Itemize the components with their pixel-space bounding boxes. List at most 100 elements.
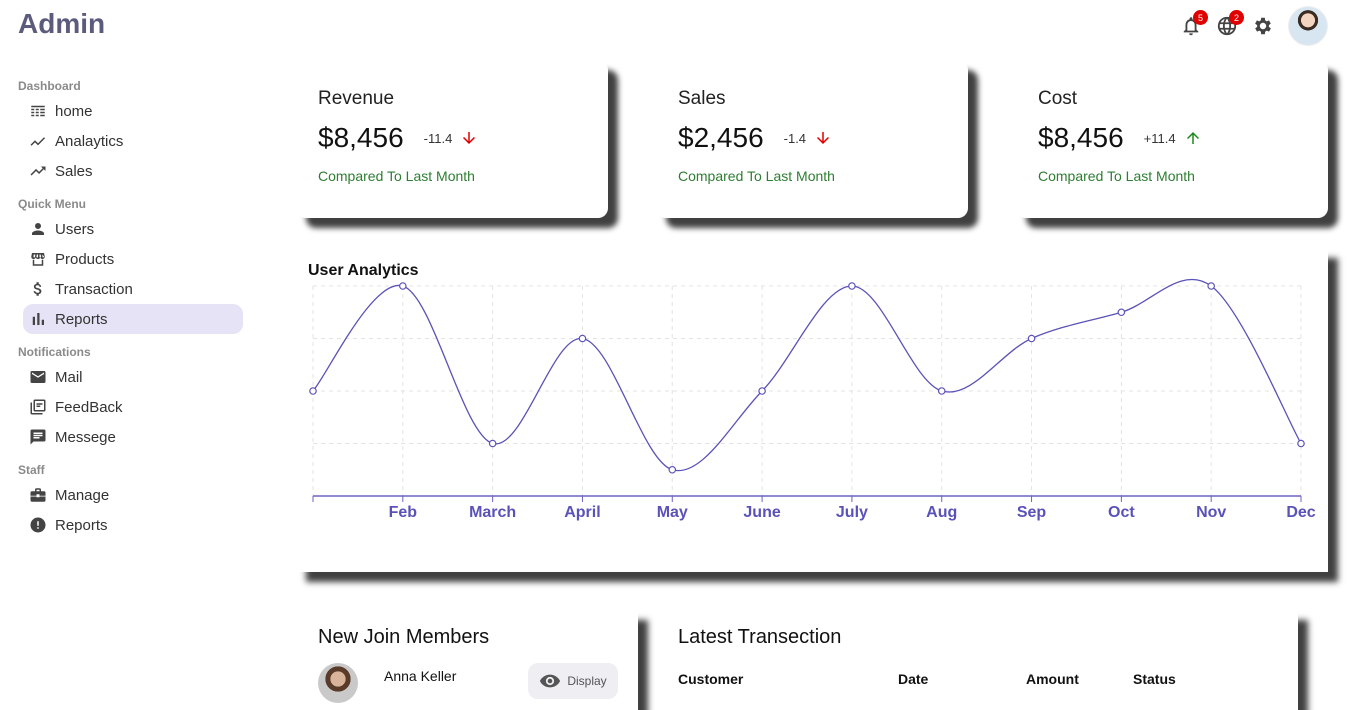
kpi-subtitle: Compared To Last Month	[678, 168, 835, 184]
kpi-title: Revenue	[318, 88, 395, 109]
x-tick-label: July	[836, 504, 868, 521]
sidebar-item-label: home	[55, 102, 93, 120]
sidebar-item-transaction[interactable]: Transaction	[23, 274, 243, 304]
data-point[interactable]	[399, 282, 407, 290]
sidebar-item-reports[interactable]: Reports	[23, 510, 243, 540]
sidebar-item-users[interactable]: Users	[23, 214, 243, 244]
column-header-date[interactable]: Date	[898, 671, 1026, 687]
sidebar-item-mail[interactable]: Mail	[23, 362, 243, 392]
timeline-icon	[30, 137, 46, 146]
kpi-delta: -1.4	[783, 130, 807, 146]
panel-title: Latest Transection	[678, 626, 842, 648]
sidebar-item-sales[interactable]: Sales	[23, 156, 243, 186]
data-point[interactable]	[309, 387, 317, 395]
x-tick-label: Aug	[926, 504, 957, 521]
data-point[interactable]	[848, 282, 856, 290]
x-tick-label: June	[743, 504, 780, 521]
sidebar: Dashboard home Analaytics Sales Quick Menu Us…	[0, 70, 260, 540]
x-tick-label: Nov	[1196, 504, 1226, 521]
sidebar-section-title: Staff	[18, 463, 45, 477]
list-item: Anna Keller Display	[318, 663, 618, 703]
sidebar-item-label: Analaytics	[55, 132, 124, 150]
data-point[interactable]	[758, 387, 766, 395]
column-header-status[interactable]: Status	[1133, 671, 1223, 687]
chart-title: User Analytics	[308, 262, 419, 279]
notifications-button[interactable]: 5	[1180, 10, 1208, 37]
sidebar-item-messege[interactable]: Messege	[23, 422, 243, 452]
sidebar-item-label: Sales	[55, 162, 93, 180]
notification-badge: 5	[1193, 10, 1208, 25]
bar-chart-icon	[32, 313, 44, 325]
user-avatar[interactable]	[1288, 6, 1328, 46]
latest-transactions-panel: Latest Transection Customer Date Amount …	[656, 610, 1298, 710]
table-header: Customer Date Amount Status	[678, 671, 1276, 687]
sidebar-section-title: Notifications	[18, 345, 91, 359]
new-members-panel: New Join Members Anna Keller Display	[296, 610, 638, 710]
sidebar-section-title: Quick Menu	[18, 197, 87, 211]
dashboard-icon	[31, 105, 45, 117]
data-point[interactable]	[1117, 308, 1126, 317]
column-header-amount[interactable]: Amount	[1026, 671, 1133, 687]
data-point[interactable]	[1297, 439, 1305, 448]
sidebar-section-title: Dashboard	[18, 79, 81, 93]
user-analytics-chart: Feb March April May June July Aug Sep Oct Nov Dec …	[296, 248, 1328, 572]
x-tick-label: Sep	[1017, 504, 1047, 521]
sidebar-item-analaytics[interactable]: Analaytics	[23, 126, 243, 156]
dollar-icon	[33, 282, 42, 296]
arrow-down-icon	[817, 132, 830, 144]
kpi-subtitle: Compared To Last Month	[318, 168, 475, 184]
kpi-delta: +11.4	[1143, 130, 1176, 146]
arrow-up-icon	[1186, 132, 1199, 144]
kpi-card-revenue: Revenue $8,456 -11.4 Compared To Last Mo…	[296, 60, 608, 218]
kpi-card-sales: Sales $2,456 -1.4 Compared To Last Month	[656, 60, 968, 218]
line-chart: Feb March April May June July Aug Sep Oct Nov Dec	[309, 278, 1316, 521]
sidebar-item-products[interactable]: Products	[23, 244, 243, 274]
kpi-value: $8,456	[1038, 122, 1124, 153]
language-badge: 2	[1229, 10, 1244, 25]
sidebar-item-feedback[interactable]: FeedBack	[23, 392, 243, 422]
series-line	[312, 278, 1302, 472]
sidebar-item-label: Reports	[55, 310, 108, 328]
sidebar-item-manage[interactable]: Manage	[23, 480, 243, 510]
data-point[interactable]	[937, 387, 946, 395]
kpi-value: $8,456	[318, 122, 404, 153]
sidebar-item-label: Mail	[55, 368, 83, 386]
gear-icon	[1255, 17, 1271, 35]
data-point[interactable]	[1207, 282, 1215, 290]
kpi-delta: -11.4	[423, 130, 453, 146]
eye-icon	[540, 674, 561, 688]
kpi-subtitle: Compared To Last Month	[1038, 168, 1195, 184]
x-tick-label: May	[657, 504, 688, 521]
sidebar-item-label: Manage	[55, 486, 110, 504]
storefront-icon	[31, 253, 45, 266]
arrow-down-icon	[463, 132, 476, 144]
sidebar-item-label: Users	[55, 220, 95, 238]
column-header-customer[interactable]: Customer	[678, 671, 898, 687]
top-icons: 5 2	[1180, 6, 1328, 46]
x-tick-label: March	[469, 504, 516, 521]
data-point[interactable]	[1027, 334, 1036, 343]
data-point[interactable]	[668, 465, 677, 474]
briefcase-icon	[30, 488, 46, 502]
kpi-title: Cost	[1038, 88, 1078, 109]
display-button[interactable]: Display	[528, 663, 618, 699]
member-avatar	[318, 663, 358, 703]
x-tick-label: April	[564, 504, 600, 521]
data-point[interactable]	[578, 334, 587, 343]
language-button[interactable]: 2	[1216, 10, 1244, 37]
app-logo[interactable]: Admin	[18, 8, 105, 40]
sidebar-item-reports[interactable]: Reports	[23, 304, 243, 334]
sidebar-item-label: Messege	[55, 428, 116, 446]
top-bar: Admin 5 2	[0, 0, 1348, 50]
sidebar-item-label: FeedBack	[55, 398, 123, 416]
feedback-icon	[30, 399, 46, 415]
data-point[interactable]	[488, 439, 497, 448]
x-tick-label: Feb	[389, 504, 418, 521]
settings-button[interactable]	[1252, 15, 1274, 37]
display-label: Display	[567, 674, 607, 688]
message-icon	[30, 429, 46, 445]
sidebar-item-home[interactable]: home	[23, 96, 243, 126]
sidebar-item-label: Products	[55, 250, 115, 268]
kpi-value: $2,456	[678, 122, 764, 153]
x-tick-label: Dec	[1286, 504, 1315, 521]
